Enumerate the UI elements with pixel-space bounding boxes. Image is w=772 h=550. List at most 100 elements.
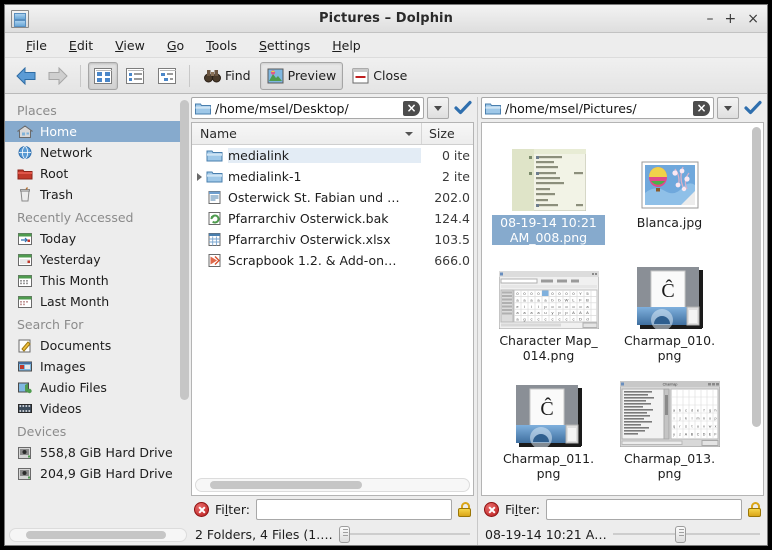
column-header-name[interactable]: Name — [192, 123, 421, 144]
charmap-grid-thumb: Charmap a b c d e f g h i j k l m n o p … — [619, 373, 720, 447]
clear-icon[interactable] — [693, 100, 710, 116]
svg-text:Y: Y — [579, 291, 582, 296]
svg-text:g: g — [523, 317, 525, 322]
sidebar-item-audio-files[interactable]: Audio Files — [5, 377, 191, 398]
svg-text:i: i — [531, 304, 532, 309]
left-zoom-slider[interactable] — [338, 525, 470, 543]
sidebar-item-images[interactable]: Images — [5, 356, 191, 377]
right-vertical-scrollbar[interactable] — [752, 127, 761, 491]
close-filter-icon[interactable] — [194, 502, 209, 517]
menu-go[interactable]: Go — [156, 36, 195, 55]
sidebar-horizontal-scrollbar[interactable] — [9, 528, 187, 542]
sidebar-vertical-scrollbar[interactable] — [180, 98, 189, 510]
lock-icon[interactable] — [458, 502, 471, 517]
left-horizontal-scrollbar[interactable] — [195, 478, 470, 492]
window-controls: – + × — [707, 12, 759, 26]
expander-icon[interactable] — [192, 173, 206, 181]
minimize-button[interactable]: – — [707, 12, 714, 26]
close-panel-button[interactable]: Close — [345, 62, 414, 90]
sidebar-item-documents[interactable]: Documents — [5, 335, 191, 356]
sidebar-item-hard-drive-1[interactable]: 558,8 GiB Hard Drive — [5, 442, 191, 463]
close-button[interactable]: × — [747, 12, 759, 26]
compact-view-icon — [126, 67, 144, 84]
right-zoom-slider[interactable] — [612, 525, 760, 543]
check-icon[interactable] — [742, 97, 764, 119]
clear-icon[interactable] — [403, 100, 420, 116]
check-icon[interactable] — [452, 97, 474, 119]
right-icon-view[interactable]: 08-19-14 10:21 AM_008.png Blanca.jpg 0 0… — [481, 122, 764, 496]
svg-text:p: p — [714, 417, 716, 421]
list-item[interactable]: Blanca.jpg — [613, 131, 726, 245]
svg-text:z: z — [679, 433, 681, 437]
sidebar-item-home[interactable]: Home — [5, 121, 181, 142]
charmap-dialog-thumb: Ĉ — [515, 373, 582, 447]
right-filter-input[interactable] — [545, 499, 742, 520]
sidebar-item-yesterday[interactable]: Yesterday — [5, 249, 191, 270]
menu-help[interactable]: Help — [321, 36, 372, 55]
menu-view[interactable]: View — [104, 36, 156, 55]
table-row[interactable]: medialink-1 2 ite — [192, 166, 473, 187]
view-mode-details-button[interactable] — [152, 62, 182, 90]
table-row[interactable]: Pfarrarchiv Osterwick.xlsx 103.5 — [192, 229, 473, 250]
pane-splitter[interactable] — [477, 97, 478, 545]
menu-bar: File Edit View Go Tools Settings Help — [5, 33, 767, 58]
menu-edit[interactable]: Edit — [58, 36, 104, 55]
svg-text:u: u — [697, 425, 699, 429]
chevron-down-icon[interactable] — [427, 97, 449, 119]
forward-arrow-icon — [43, 62, 73, 90]
right-scroll-thumb[interactable] — [752, 127, 761, 427]
close-split-icon — [352, 68, 369, 84]
sidebar-item-hard-drive-2[interactable]: 204,9 GiB Hard Drive — [5, 463, 191, 484]
right-zoom-knob[interactable] — [674, 525, 686, 543]
view-mode-compact-button[interactable] — [120, 62, 150, 90]
svg-text:d: d — [586, 317, 588, 322]
list-item[interactable]: 08-19-14 10:21 AM_008.png — [492, 131, 605, 245]
preview-button[interactable]: Preview — [259, 61, 344, 90]
table-row[interactable]: Osterwick St. Fabian und … 202.0 — [192, 187, 473, 208]
list-item[interactable]: Charmap a b c d e f g h i j k l m n o p … — [613, 367, 726, 481]
sidebar-item-root[interactable]: Root — [5, 163, 191, 184]
svg-text:c: c — [685, 409, 687, 413]
sidebar-item-trash[interactable]: Trash — [5, 184, 191, 205]
list-item[interactable]: 0000 0000Y5 aaaaabbWLFB eiiipoooooa aaaa… — [492, 249, 605, 363]
details-view-icon — [158, 67, 176, 84]
sidebar-item-network[interactable]: Network — [5, 142, 191, 163]
chevron-down-icon[interactable] — [717, 97, 739, 119]
back-arrow-icon[interactable] — [11, 62, 41, 90]
view-mode-icons-button[interactable] — [88, 61, 118, 90]
toolbar-separator-2 — [189, 64, 190, 87]
list-item[interactable]: Ĉ Charmap_011. png — [492, 367, 605, 481]
left-status-text: 2 Folders, 4 Files (1…. — [195, 526, 333, 542]
maximize-button[interactable]: + — [725, 12, 737, 26]
lock-icon[interactable] — [748, 502, 761, 517]
main-toolbar: Find Preview Close — [5, 58, 767, 94]
menu-settings[interactable]: Settings — [248, 36, 321, 55]
right-url-box[interactable]: /home/msel/Pictures/ — [481, 97, 714, 119]
find-button[interactable]: Find — [197, 62, 258, 90]
column-header-size[interactable]: Size — [421, 123, 473, 144]
file-size: 0 ite — [442, 148, 470, 163]
menu-tools[interactable]: Tools — [195, 36, 248, 55]
menu-file[interactable]: File — [15, 36, 58, 55]
left-file-list[interactable]: Name Size medialink 0 ite medialink-1 2 … — [191, 122, 474, 496]
table-row[interactable]: Scrapbook 1.2. & Add-on… 666.0 — [192, 250, 473, 271]
left-zoom-knob[interactable] — [338, 525, 350, 543]
screenshot-menu-thumb — [511, 137, 586, 211]
sidebar-scroll-area: Places Home Network Root Trash Recently … — [5, 94, 191, 528]
sidebar-item-today[interactable]: Today — [5, 228, 191, 249]
column-header-size-label: Size — [429, 126, 455, 141]
close-filter-icon[interactable] — [484, 502, 499, 517]
sidebar-item-videos[interactable]: Videos — [5, 398, 191, 419]
left-url-box[interactable]: /home/msel/Desktop/ — [191, 97, 424, 119]
sidebar-item-label: Yesterday — [40, 252, 101, 267]
sidebar-scroll-thumb[interactable] — [180, 100, 189, 400]
sidebar-item-this-month[interactable]: This Month — [5, 270, 191, 291]
list-item[interactable]: Ĉ Charmap_010. png — [613, 249, 726, 363]
left-hscroll-thumb[interactable] — [210, 481, 362, 489]
sidebar-item-last-month[interactable]: Last Month — [5, 291, 191, 312]
left-filter-input[interactable] — [255, 499, 452, 520]
table-row[interactable]: medialink 0 ite — [192, 145, 473, 166]
sidebar-hscroll-thumb[interactable] — [26, 531, 166, 539]
table-row[interactable]: Pfarrarchiv Osterwick.bak 124.4 — [192, 208, 473, 229]
spreadsheet-icon — [206, 232, 223, 247]
